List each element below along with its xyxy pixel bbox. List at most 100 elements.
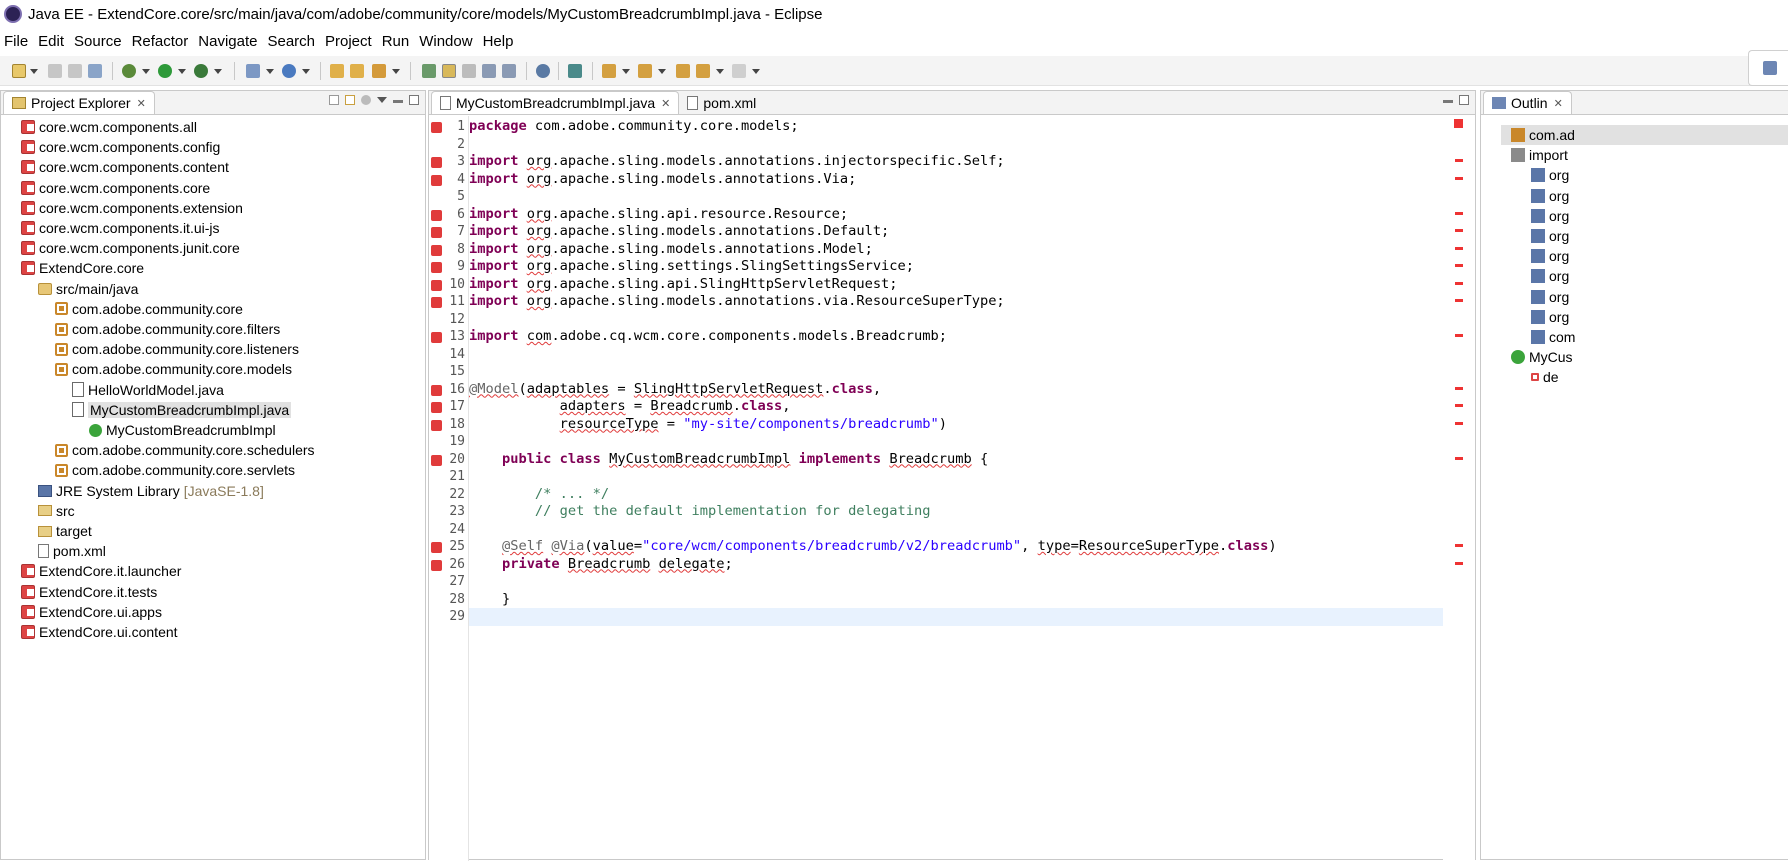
search-icon[interactable] xyxy=(372,64,386,78)
open-task-icon[interactable] xyxy=(350,64,364,78)
error-marker-icon[interactable] xyxy=(431,419,442,431)
next-annotation-dropdown-icon[interactable] xyxy=(622,69,630,74)
previous-annotation-dropdown-icon[interactable] xyxy=(658,69,666,74)
tree-item[interactable]: src xyxy=(38,501,75,521)
mark-occurrences-icon[interactable] xyxy=(442,64,456,78)
outline-item[interactable]: com.ad xyxy=(1501,125,1788,145)
code-line[interactable]: } xyxy=(469,591,510,609)
outline-item[interactable]: org xyxy=(1531,246,1569,266)
new-dropdown-icon[interactable] xyxy=(30,69,38,74)
open-type-icon[interactable] xyxy=(330,64,344,78)
error-overview-mark[interactable] xyxy=(1455,211,1463,215)
menu-run[interactable]: Run xyxy=(382,33,416,50)
outline-item[interactable]: org xyxy=(1531,307,1569,327)
publish-icon[interactable] xyxy=(568,64,582,78)
tree-item[interactable]: core.wcm.components.junit.core xyxy=(21,238,240,258)
error-marker-icon[interactable] xyxy=(431,157,442,168)
error-overview-mark[interactable] xyxy=(1455,159,1463,162)
tree-item[interactable]: core.wcm.components.all xyxy=(21,117,197,137)
maximize-icon[interactable] xyxy=(1459,95,1469,105)
error-overview-mark[interactable] xyxy=(1455,124,1463,127)
outline-item[interactable]: org xyxy=(1531,186,1569,206)
error-marker-icon[interactable] xyxy=(431,559,442,571)
tree-item[interactable]: core.wcm.components.content xyxy=(21,157,229,177)
filter-icon[interactable] xyxy=(361,95,371,105)
menu-file[interactable]: File xyxy=(4,33,34,50)
code-line[interactable]: import org.apache.sling.models.annotatio… xyxy=(469,153,1005,171)
menu-help[interactable]: Help xyxy=(483,33,520,50)
perspective-switcher[interactable] xyxy=(1748,50,1788,86)
error-overview-mark[interactable] xyxy=(1455,404,1463,407)
tree-item[interactable]: com.adobe.community.core.servlets xyxy=(55,460,295,480)
pilcrow-icon[interactable] xyxy=(502,64,516,78)
error-overview-mark[interactable] xyxy=(1455,281,1463,285)
new-server-icon[interactable] xyxy=(246,64,260,78)
tab-pom-xml[interactable]: pom.xml xyxy=(679,91,764,114)
error-overview-mark[interactable] xyxy=(1455,544,1463,547)
code-line[interactable]: public class MyCustomBreadcrumbImpl impl… xyxy=(469,451,988,469)
tree-item[interactable]: JRE System Library [JavaSE-1.8] xyxy=(38,481,264,501)
error-marker-icon[interactable] xyxy=(431,262,442,273)
tree-item[interactable]: core.wcm.components.config xyxy=(21,137,220,157)
close-icon[interactable]: ✕ xyxy=(1554,97,1563,110)
error-overview-mark[interactable] xyxy=(1455,299,1463,302)
code-line[interactable]: private Breadcrumb delegate; xyxy=(469,556,733,574)
outline-item[interactable]: MyCus xyxy=(1511,347,1573,367)
new-class-icon[interactable] xyxy=(282,64,296,78)
code-line[interactable]: /* ... */ xyxy=(469,486,609,504)
menu-project[interactable]: Project xyxy=(325,33,378,50)
outline-item[interactable]: import xyxy=(1511,145,1568,165)
new-icon[interactable] xyxy=(12,64,26,78)
code-line[interactable]: import org.apache.sling.models.annotatio… xyxy=(469,241,873,259)
menu-edit[interactable]: Edit xyxy=(38,33,70,50)
close-icon[interactable]: ✕ xyxy=(661,97,670,110)
tree-item[interactable]: com.adobe.community.core.models xyxy=(55,359,292,379)
menu-navigate[interactable]: Navigate xyxy=(198,33,263,50)
save-icon[interactable] xyxy=(48,64,62,78)
minimize-icon[interactable] xyxy=(393,100,403,103)
code-line[interactable]: import com.adobe.cq.wcm.core.components.… xyxy=(469,328,947,346)
menu-search[interactable]: Search xyxy=(267,33,321,50)
forward-dropdown-icon[interactable] xyxy=(752,69,760,74)
overview-ruler[interactable] xyxy=(1443,116,1475,861)
back-dropdown-icon[interactable] xyxy=(716,69,724,74)
outline-item[interactable]: org xyxy=(1531,165,1569,185)
outline-item[interactable]: org xyxy=(1531,287,1569,307)
error-overview-mark[interactable] xyxy=(1455,456,1463,460)
code-line[interactable] xyxy=(469,608,1444,626)
minimize-icon[interactable] xyxy=(1443,100,1453,103)
tree-item[interactable]: ExtendCore.core xyxy=(21,258,144,278)
debug-icon[interactable] xyxy=(122,64,136,78)
tree-item[interactable]: ExtendCore.it.launcher xyxy=(21,561,181,581)
error-overview-mark[interactable] xyxy=(1455,264,1463,267)
error-marker-icon[interactable] xyxy=(431,279,442,291)
toggle-annotation-icon[interactable] xyxy=(422,64,436,78)
tree-item[interactable]: MyCustomBreadcrumbImpl xyxy=(89,420,276,440)
tree-item[interactable]: core.wcm.components.it.ui-js xyxy=(21,218,220,238)
code-line[interactable]: import org.apache.sling.api.SlingHttpSer… xyxy=(469,276,898,294)
error-marker-icon[interactable] xyxy=(431,454,442,466)
outline-item[interactable]: de xyxy=(1531,367,1559,387)
tab-mycustombreadcrumbimpl-java[interactable]: MyCustomBreadcrumbImpl.java ✕ xyxy=(431,91,680,114)
error-marker-icon[interactable] xyxy=(431,297,442,308)
print-icon[interactable] xyxy=(88,64,102,78)
tree-item[interactable]: com.adobe.community.core.listeners xyxy=(55,339,299,359)
menu-refactor[interactable]: Refactor xyxy=(132,33,195,50)
debug-dropdown-icon[interactable] xyxy=(142,69,150,74)
back-icon[interactable] xyxy=(696,64,710,78)
error-overview-mark[interactable] xyxy=(1455,421,1463,425)
show-whitespace-icon[interactable] xyxy=(482,64,496,78)
maximize-icon[interactable] xyxy=(409,95,419,105)
error-overview-mark[interactable] xyxy=(1455,386,1463,390)
error-marker-icon[interactable] xyxy=(431,227,442,238)
tree-item[interactable]: com.adobe.community.core.schedulers xyxy=(55,440,315,460)
open-perspective-icon[interactable] xyxy=(1763,61,1777,75)
tree-item[interactable]: HelloWorldModel.java xyxy=(72,380,224,400)
code-line[interactable]: import org.apache.sling.models.annotatio… xyxy=(469,223,889,241)
close-icon[interactable]: ✕ xyxy=(137,97,146,110)
search-dropdown-icon[interactable] xyxy=(392,69,400,74)
run-dropdown-icon[interactable] xyxy=(178,69,186,74)
tree-item[interactable]: ExtendCore.ui.content xyxy=(21,622,178,642)
link-editor-icon[interactable] xyxy=(345,95,355,105)
error-marker-icon[interactable] xyxy=(431,384,442,396)
